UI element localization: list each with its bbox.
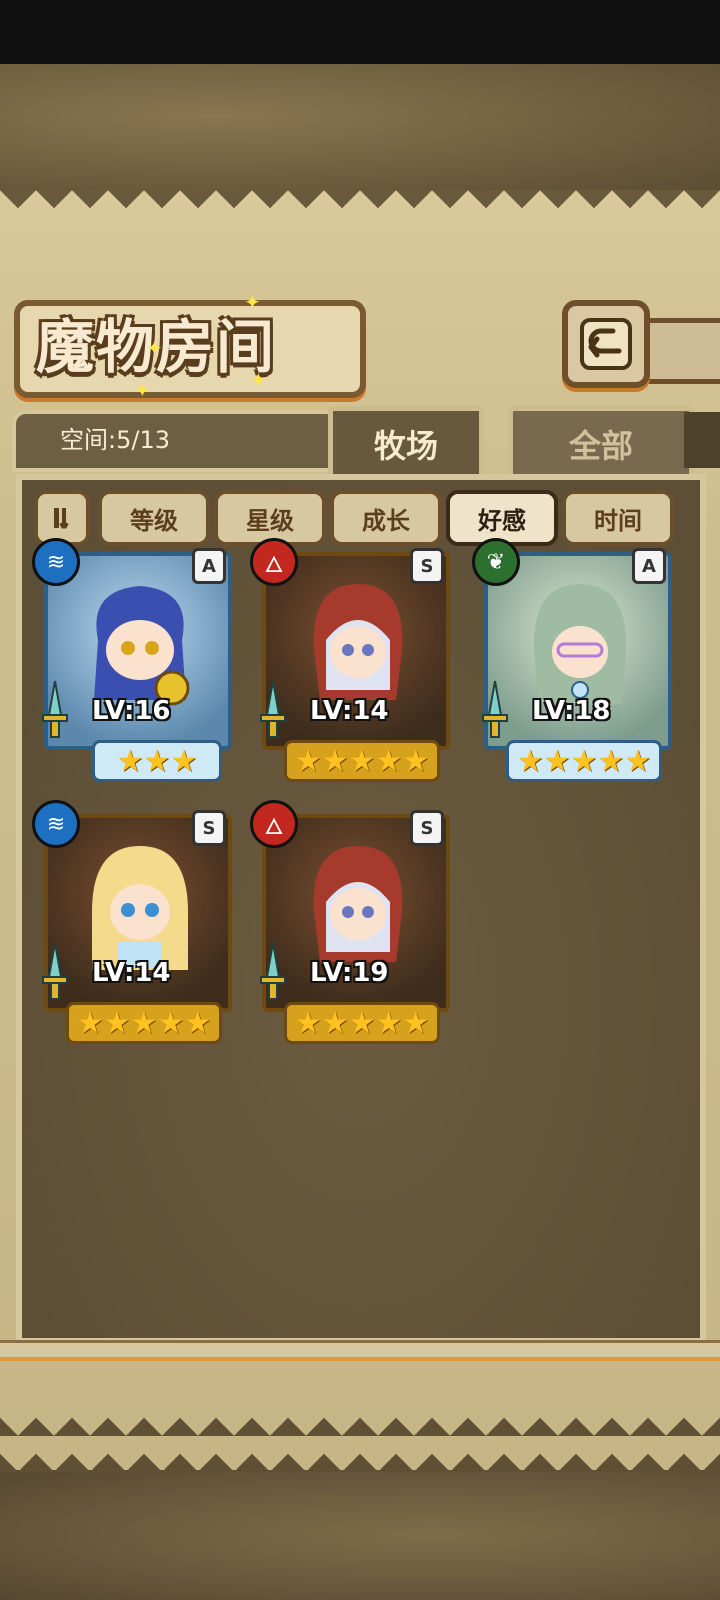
monster-card[interactable]: 🜂 S LV:14 ★★★★★ <box>250 538 450 782</box>
sword-icon <box>38 940 72 1004</box>
star-rating: ★★★★★ <box>284 740 440 782</box>
sword-icon <box>256 940 290 1004</box>
monster-level: LV:14 <box>92 958 171 988</box>
star-rating: ★★★★★ <box>284 1002 440 1044</box>
sort-by-time[interactable]: 时间 <box>562 490 674 546</box>
rank-badge: A <box>192 548 226 584</box>
monster-level: LV:19 <box>310 958 389 988</box>
star-rating: ★★★★★ <box>66 1002 222 1044</box>
rank-badge: S <box>192 810 226 846</box>
wood-element-icon: ❦ <box>472 538 520 586</box>
sparkle-icon: ✦ <box>244 290 261 314</box>
water-element-icon: ≋ <box>32 538 80 586</box>
sparkle-icon: ✦ <box>134 378 151 402</box>
sort-by-growth[interactable]: 成长 <box>330 490 442 546</box>
monster-avatar <box>533 584 627 704</box>
fire-element-icon: 🜂 <box>250 538 298 586</box>
fire-element-icon: 🜂 <box>250 800 298 848</box>
sword-icon <box>478 678 512 742</box>
monster-avatar <box>92 846 188 970</box>
sort-order-toggle[interactable] <box>34 490 90 546</box>
monster-avatar <box>94 586 190 706</box>
panel-bottom-rail <box>0 1340 720 1361</box>
sparkle-icon: ✦ <box>146 336 163 360</box>
star-rating: ★★★★★ <box>506 740 662 782</box>
status-bar-area <box>0 0 720 64</box>
monster-level: LV:16 <box>92 696 171 726</box>
monster-card[interactable]: 🜂 S LV:19 ★★★★★ <box>250 800 450 1044</box>
return-arrow-icon <box>580 318 632 370</box>
monster-level: LV:18 <box>532 696 611 726</box>
monster-card[interactable]: ≋ S LV:14 ★★★★★ <box>32 800 232 1044</box>
rank-badge: S <box>410 810 444 846</box>
map-backdrop-bottom <box>0 1470 720 1600</box>
monster-card[interactable]: ❦ A LV:18 ★★★★★ <box>472 538 672 782</box>
monster-avatar <box>313 584 403 700</box>
water-element-icon: ≋ <box>32 800 80 848</box>
sword-icon <box>256 678 290 742</box>
tab-all[interactable]: 全部 <box>508 406 694 482</box>
rank-badge: A <box>632 548 666 584</box>
sparkle-icon: ✦ <box>250 368 267 392</box>
monster-avatar <box>313 846 403 962</box>
zigzag-border-top <box>0 190 720 226</box>
monster-level: LV:14 <box>310 696 389 726</box>
sword-icon <box>38 678 72 742</box>
rank-badge: S <box>410 548 444 584</box>
tab-rail-end <box>684 412 720 468</box>
tab-ranch[interactable]: 牧场 <box>328 406 484 482</box>
sort-by-affection[interactable]: 好感 <box>446 490 558 546</box>
sort-order-icon <box>54 508 69 530</box>
back-button[interactable] <box>562 300 650 388</box>
capacity-label: 空间:5/13 <box>60 426 170 454</box>
zigzag-border-bottom <box>0 1400 720 1472</box>
monster-card[interactable]: ≋ A LV:16 ★★★ <box>32 538 232 782</box>
map-backdrop-top <box>0 64 720 194</box>
star-rating: ★★★ <box>92 740 222 782</box>
sort-by-level[interactable]: 等级 <box>98 490 210 546</box>
